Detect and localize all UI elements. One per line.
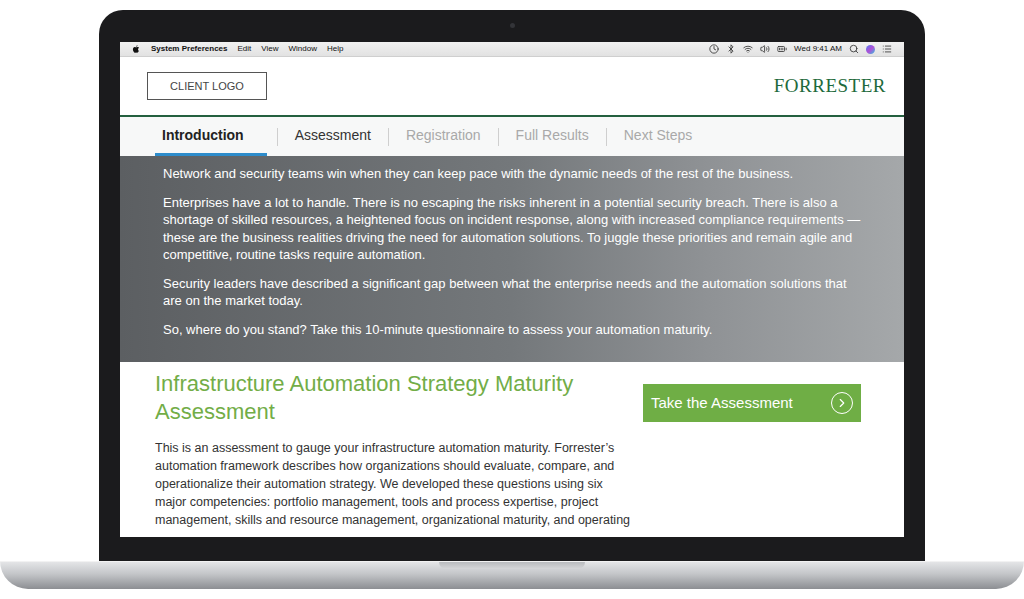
time-machine-icon[interactable] (709, 44, 719, 54)
menu-item[interactable]: Window (289, 43, 317, 55)
bluetooth-icon[interactable] (726, 44, 736, 54)
notification-icon[interactable] (882, 44, 892, 54)
camera-dot (510, 23, 515, 28)
hero-paragraph: Security leaders have described a signif… (163, 275, 863, 310)
assessment-section: Infrastructure Automation Strategy Matur… (120, 362, 904, 537)
tab[interactable]: Full Results (509, 117, 596, 156)
assessment-description: This is an assessment to gauge your infr… (155, 439, 637, 529)
tab-separator (498, 128, 499, 146)
tab[interactable]: Assessment (288, 117, 378, 156)
hero-banner: Network and security teams win when they… (120, 156, 904, 362)
laptop-base (0, 561, 1024, 589)
tab-separator (388, 128, 389, 146)
hero-paragraph: So, where do you stand? Take this 10-min… (163, 321, 863, 339)
tab-separator (606, 128, 607, 146)
menu-item[interactable]: Help (327, 43, 343, 55)
take-assessment-button[interactable]: Take the Assessment (643, 384, 861, 422)
menu-clock[interactable]: Wed 9:41 AM (794, 43, 842, 55)
hero-paragraph: Network and security teams win when they… (163, 165, 863, 183)
laptop-bezel: System Preferences Edit View Window Help Wed … (99, 10, 925, 561)
page: System Preferences Edit View Window Help Wed … (0, 0, 1024, 599)
assessment-title: Infrastructure Automation Strategy Matur… (155, 370, 637, 426)
tab[interactable]: Registration (399, 117, 488, 156)
menu-bar: System Preferences Edit View Window Help Wed … (120, 42, 904, 57)
siri-icon[interactable] (866, 45, 875, 54)
screen: System Preferences Edit View Window Help Wed … (120, 42, 904, 537)
menu-item[interactable]: View (261, 43, 278, 55)
menu-item[interactable]: Edit (238, 43, 252, 55)
tab-separator (277, 128, 278, 146)
spotlight-icon[interactable] (849, 44, 859, 54)
laptop-notch (439, 562, 585, 569)
battery-icon[interactable] (777, 44, 787, 54)
hero-paragraph: Enterprises have a lot to handle. There … (163, 194, 863, 264)
forrester-logo[interactable]: FORRESTER (774, 72, 886, 101)
tab-bar: Introduction Assessment Registration Full R… (120, 117, 904, 156)
menu-app[interactable]: System Preferences (151, 43, 228, 55)
client-logo[interactable]: CLIENT LOGO (147, 72, 267, 100)
arrow-circle-icon (831, 392, 853, 414)
wifi-icon[interactable] (743, 44, 753, 54)
tab[interactable]: Next Steps (617, 117, 699, 156)
apple-icon[interactable] (132, 44, 141, 54)
volume-icon[interactable] (760, 44, 770, 54)
tab[interactable]: Introduction (155, 117, 267, 156)
site-header: CLIENT LOGO FORRESTER (120, 57, 904, 117)
